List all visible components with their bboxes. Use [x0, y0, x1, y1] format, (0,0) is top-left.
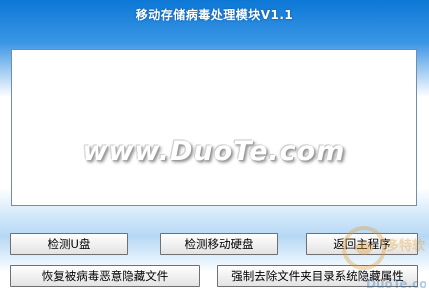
app-window: 移动存储病毒处理模块V1.1 www.DuoTe.com 检测U盘 检测移动硬盘… [0, 0, 429, 303]
remove-hidden-attribute-button[interactable]: 强制去除文件夹目录系统隐藏属性 [217, 265, 418, 287]
watermark-text: www.DuoTe.com [82, 136, 346, 167]
return-main-button[interactable]: 返回主程序 [306, 233, 418, 255]
output-panel: www.DuoTe.com [11, 49, 417, 206]
window-title: 移动存储病毒处理模块V1.1 [135, 8, 294, 22]
restore-hidden-files-button[interactable]: 恢复被病毒恶意隐藏文件 [10, 265, 200, 287]
check-hdd-button[interactable]: 检测移动硬盘 [160, 233, 278, 255]
check-usb-button[interactable]: 检测U盘 [10, 233, 128, 255]
